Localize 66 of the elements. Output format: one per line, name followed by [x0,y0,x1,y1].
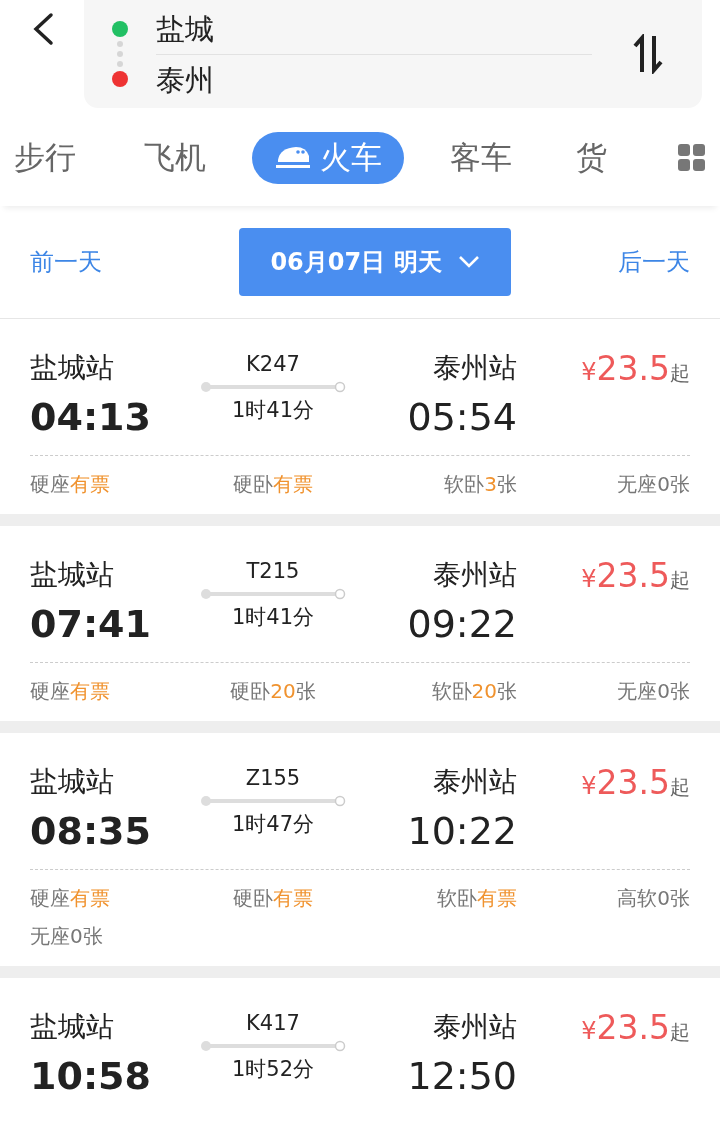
travel-duration: 1时47分 [231,811,315,838]
train-number: K247 [246,351,300,378]
back-icon[interactable] [32,12,54,46]
departure-station: 盐城站 [30,350,114,386]
seat-availability: 高软0张 [617,885,690,912]
route-line-icon [200,795,346,807]
arrival-station: 泰州站 [433,764,517,800]
previous-day-link[interactable]: 前一天 [30,246,102,278]
transport-tab[interactable]: 飞机 [122,132,228,184]
seat-availability: 硬卧有票 [233,885,313,912]
travel-duration: 1时41分 [231,604,315,631]
grid-icon[interactable] [678,144,706,172]
train-card[interactable]: 盐城站 10:58 K417 1时52分 泰州站 12:50 ¥23.5起 [0,978,720,1114]
route-line-icon [200,1040,346,1052]
transport-tab[interactable]: 火车 [252,132,404,184]
origin-field[interactable]: 盐城 [156,3,592,55]
seat-availability: 硬卧有票 [233,471,313,498]
seat-availability: 软卧20张 [431,678,517,705]
ticket-price: ¥23.5起 [581,349,690,388]
destination-dot-icon [112,71,128,87]
arrival-time: 09:22 [407,601,517,648]
departure-time: 08:35 [30,808,151,855]
departure-station: 盐城站 [30,557,114,593]
transport-tab[interactable]: 货 [554,132,629,184]
arrival-time: 10:22 [407,808,517,855]
seat-availability: 无座0张 [617,678,690,705]
ticket-price: ¥23.5起 [581,1008,690,1047]
seat-availability: 软卧3张 [444,471,517,498]
route-line-icon [200,381,346,393]
seat-availability: 硬座有票 [30,885,110,912]
seat-availability: 硬座有票 [30,471,110,498]
arrival-station: 泰州站 [433,350,517,386]
swap-icon[interactable] [632,34,664,74]
arrival-station: 泰州站 [433,557,517,593]
departure-time: 10:58 [30,1053,151,1100]
destination-field[interactable]: 泰州 [156,54,592,105]
seat-availability: 软卧有票 [437,885,517,912]
origin-dot-icon [112,21,128,37]
travel-duration: 1时52分 [231,1056,315,1083]
transport-tab[interactable]: 步行 [0,132,98,184]
route-line-icon [200,588,346,600]
train-card[interactable]: 盐城站 07:41 T215 1时41分 泰州站 09:22 ¥23.5起 硬座有票 硬卧20张 软卧20张 无座0张 [0,526,720,721]
date-picker-button[interactable]: 06月07日 明天 [239,228,511,296]
train-card[interactable]: 盐城站 04:13 K247 1时41分 泰州站 05:54 ¥23.5起 硬座有票 硬卧有票 软卧3张 无座0张 [0,319,720,514]
seat-availability: 硬座有票 [30,678,110,705]
seat-availability: 无座0张 [617,471,690,498]
train-card[interactable]: 盐城站 08:35 Z155 1时47分 泰州站 10:22 ¥23.5起 硬座有票 硬卧有票 软卧有票 高软0张 无座0张 [0,733,720,966]
transport-tab[interactable]: 客车 [428,132,534,184]
travel-duration: 1时41分 [231,397,315,424]
seat-availability: 硬卧20张 [230,678,316,705]
departure-time: 07:41 [30,601,151,648]
seat-availability: 无座0张 [30,923,103,950]
train-number: Z155 [245,765,301,792]
ticket-price: ¥23.5起 [581,556,690,595]
arrival-time: 12:50 [407,1053,517,1100]
train-number: T215 [246,558,300,585]
train-number: K417 [246,1010,300,1037]
departure-station: 盐城站 [30,1009,114,1045]
ticket-price: ¥23.5起 [581,763,690,802]
arrival-station: 泰州站 [433,1009,517,1045]
next-day-link[interactable]: 后一天 [618,246,690,278]
dotted-line-icon [117,41,123,67]
departure-time: 04:13 [30,394,151,441]
chevron-down-icon [457,255,480,269]
arrival-time: 05:54 [407,394,517,441]
departure-station: 盐城站 [30,764,114,800]
